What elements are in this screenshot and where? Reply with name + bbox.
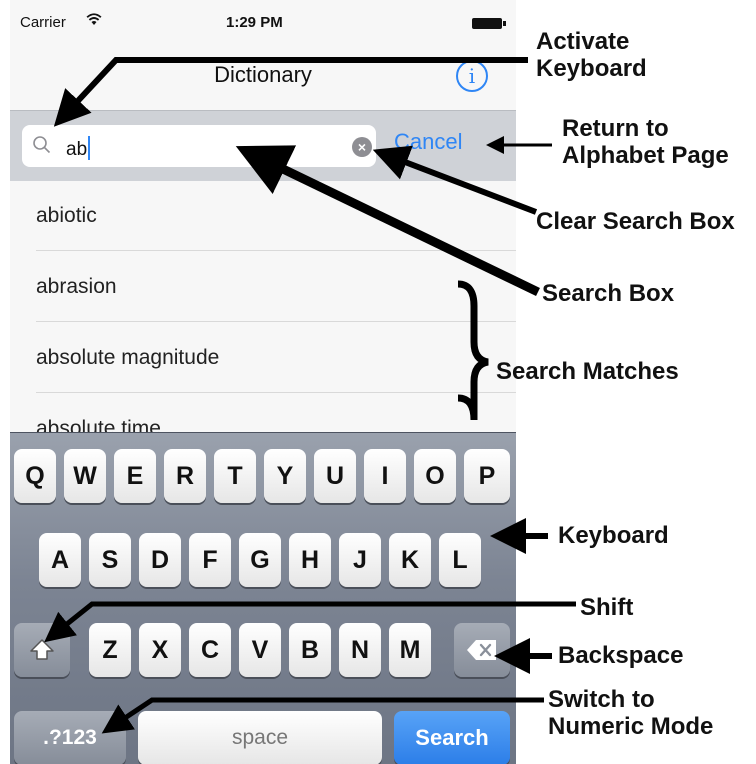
annotation-search-matches: Search Matches bbox=[496, 358, 679, 385]
annotation-keyboard: Keyboard bbox=[558, 522, 669, 549]
annotation-numeric: Switch to Numeric Mode bbox=[548, 686, 714, 740]
arrow-searchbox bbox=[235, 145, 540, 297]
annotation-backspace: Backspace bbox=[558, 642, 684, 669]
annotation-search-box: Search Box bbox=[542, 280, 675, 307]
brace-search-matches bbox=[457, 280, 489, 421]
arrow-activate-keyboard bbox=[53, 57, 528, 127]
annotation-clear: Clear Search Box bbox=[536, 208, 735, 235]
annotation-return: Return to Alphabet Page bbox=[562, 115, 729, 169]
arrow-clear bbox=[372, 145, 538, 215]
arrow-shift bbox=[44, 601, 576, 643]
annotation-activate-keyboard: Activate Keyboard bbox=[536, 28, 647, 82]
annotation-shift: Shift bbox=[580, 594, 634, 621]
arrow-numeric bbox=[101, 697, 544, 734]
